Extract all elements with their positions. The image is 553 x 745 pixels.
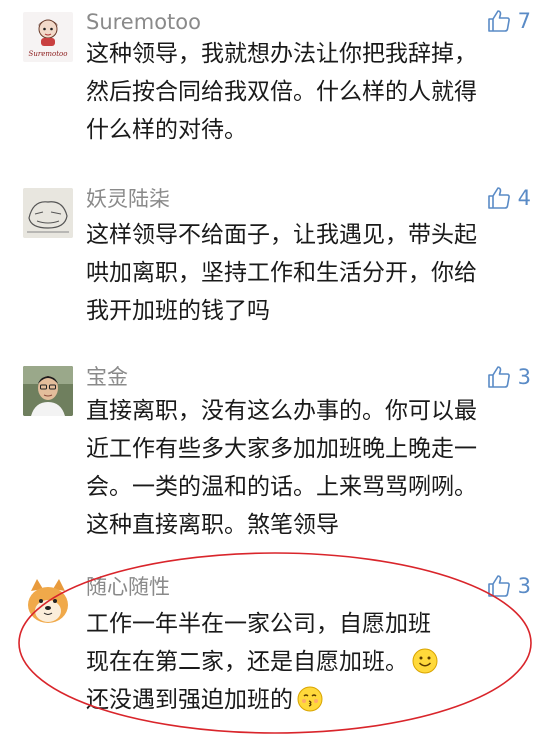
- smiling-face-emoji-icon: [412, 648, 438, 674]
- avatar[interactable]: [23, 577, 73, 627]
- comment-text-line: 工作一年半在一家公司，自愿加班: [86, 611, 431, 637]
- like-count: 4: [517, 186, 531, 210]
- comment-item: 随心随性 3 工作一年半在一家公司，自愿加班 现在在第二家，还是自愿加班。 还没…: [0, 560, 553, 745]
- like-button[interactable]: 3: [486, 572, 531, 600]
- like-button[interactable]: 4: [486, 184, 531, 212]
- avatar-logo-text: Suremotoo: [28, 50, 68, 58]
- comment-text: 直接离职，没有这么办事的。你可以最 近工作有些多大家多加加班晚上晚走一 会。一类…: [86, 392, 477, 544]
- comment-text-line: 什么样的对待。: [86, 117, 247, 143]
- comment-text-segment: 现在在第二家，还是自愿加班。: [86, 649, 408, 675]
- comment-text: 工作一年半在一家公司，自愿加班 现在在第二家，还是自愿加班。 还没遇到强迫加班的: [86, 605, 438, 719]
- comment-username[interactable]: Suremotoo: [86, 9, 201, 35]
- photo-avatar-icon: [23, 366, 73, 416]
- like-count: 7: [517, 9, 531, 33]
- comment-item: 宝金 3 直接离职，没有这么办事的。你可以最 近工作有些多大家多加加班晚上晚走一…: [0, 360, 553, 560]
- comment-text-segment: 还没遇到强迫加班的: [86, 687, 293, 713]
- comment-text-line: 现在在第二家，还是自愿加班。: [86, 643, 438, 681]
- like-button[interactable]: 3: [486, 363, 531, 391]
- like-count: 3: [517, 574, 531, 598]
- comment-text-line: 会。一类的温和的话。上来骂骂咧咧。: [86, 474, 477, 500]
- like-button[interactable]: 7: [486, 7, 531, 35]
- like-count: 3: [517, 365, 531, 389]
- comment-text-line: 这种领导，我就想办法让你把我辞掉，: [86, 41, 477, 67]
- comment-text: 这种领导，我就想办法让你把我辞掉， 然后按合同给我双倍。什么样的人就得 什么样的…: [86, 35, 477, 149]
- comment-username[interactable]: 妖灵陆柒: [86, 186, 170, 212]
- thumbs-up-icon: [487, 187, 510, 209]
- avatar[interactable]: [23, 188, 73, 238]
- kissing-face-emoji-icon: [297, 686, 323, 712]
- thumbs-up-icon: [487, 10, 510, 32]
- comment-text: 这样领导不给面子，让我遇见，带头起 哄加离职，坚持工作和生活分开，你给 我开加班…: [86, 216, 477, 330]
- avatar[interactable]: [23, 366, 73, 416]
- comment-text-line: 然后按合同给我双倍。什么样的人就得: [86, 79, 477, 105]
- thumbs-up-icon: [487, 575, 510, 597]
- comment-text-line: 直接离职，没有这么办事的。你可以最: [86, 398, 477, 424]
- comment-username[interactable]: 随心随性: [86, 574, 170, 600]
- comment-item: Suremotoo Suremotoo 7 这种领导，我就想办法让你把我辞掉， …: [0, 0, 553, 180]
- comment-item: 妖灵陆柒 4 这样领导不给面子，让我遇见，带头起 哄加离职，坚持工作和生活分开，…: [0, 180, 553, 360]
- shiba-dog-avatar-icon: [28, 579, 68, 623]
- comment-text-line: 我开加班的钱了吗: [86, 298, 270, 324]
- comment-text-line: 哄加离职，坚持工作和生活分开，你给: [86, 260, 477, 286]
- comment-text-line: 还没遇到强迫加班的: [86, 681, 438, 719]
- thumbs-up-icon: [487, 366, 510, 388]
- comment-text-line: 近工作有些多大家多加加班晚上晚走一: [86, 436, 477, 462]
- comment-text-line: 这样领导不给面子，让我遇见，带头起: [86, 222, 477, 248]
- comment-username[interactable]: 宝金: [86, 364, 128, 390]
- sketch-avatar-icon: [23, 188, 73, 238]
- avatar[interactable]: Suremotoo: [23, 12, 73, 62]
- comment-text-line: 这种直接离职。煞笔领导: [86, 512, 339, 538]
